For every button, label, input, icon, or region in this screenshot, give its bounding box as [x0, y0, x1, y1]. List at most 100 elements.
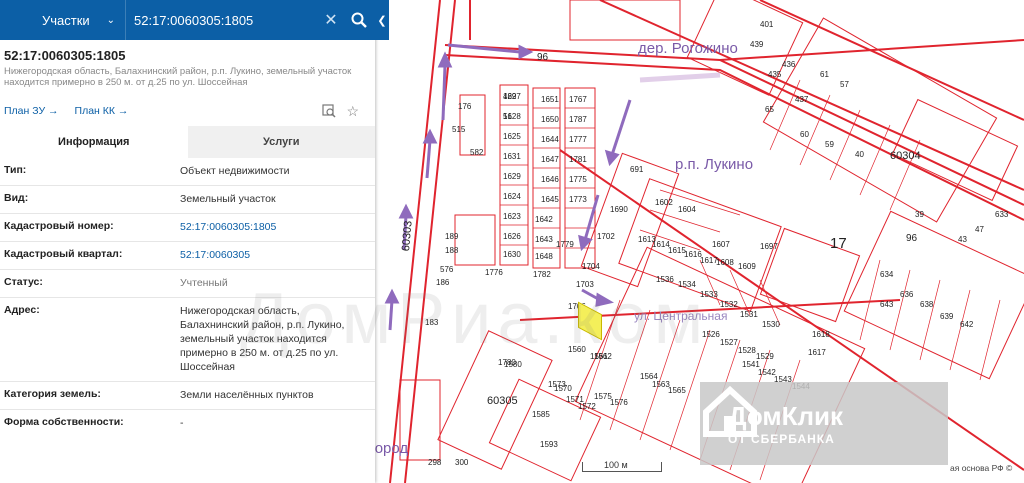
- info-row: Кадастровый номер: 52:17:0060305:1805: [0, 214, 375, 242]
- parcel-number-label: 1533: [700, 290, 718, 299]
- parcel-number-label: 439: [750, 40, 764, 49]
- row-key: Статус:: [4, 276, 43, 288]
- chevron-left-icon[interactable]: ❮: [375, 0, 389, 40]
- parcel-number-label: 188: [445, 246, 459, 255]
- parcel-number-label: 57: [840, 80, 849, 89]
- zoom-to-icon[interactable]: [322, 104, 336, 118]
- parcel-number-label: 1782: [533, 270, 551, 279]
- tab-bar: Информация Услуги: [0, 126, 375, 158]
- category-label: Участки: [42, 12, 90, 28]
- parcel-number-label: 1773: [569, 195, 587, 204]
- star-icon[interactable]: ☆: [346, 104, 359, 118]
- parcel-number-label: 1631: [503, 152, 521, 161]
- row-value: -: [180, 417, 184, 429]
- row-value: Учтенный: [180, 277, 228, 289]
- domclick-logo: ДомКлик ОТ СБЕРБАНКА: [700, 382, 948, 465]
- parcel-number-label: 1690: [610, 205, 628, 214]
- street-label-centralnaya: ул. Центральная: [634, 309, 728, 323]
- parcel-number-label: 1642: [535, 215, 553, 224]
- parcel-number-label: 298: [428, 458, 442, 467]
- parcel-number-label: 1648: [535, 252, 553, 261]
- parcel-number-label: 1645: [541, 195, 559, 204]
- parcel-number-label: 1644: [541, 135, 559, 144]
- parcel-number-label: 60: [800, 130, 809, 139]
- parcel-number-label: 436: [782, 60, 796, 69]
- parcel-title: 52:17:0060305:1805: [4, 48, 126, 63]
- road-label: 96: [537, 52, 549, 63]
- cadastral-quarter-link[interactable]: 52:17:0060305: [180, 248, 371, 263]
- parcel-number-label: 1527: [720, 338, 738, 347]
- parcel-number-label: 1703: [576, 280, 594, 289]
- parcel-number-label: 1570: [554, 384, 572, 393]
- parcel-number-label: 582: [470, 148, 484, 157]
- parcel-number-label: 300: [455, 458, 469, 467]
- row-key: Вид:: [4, 192, 29, 204]
- parcel-number-label: 65: [765, 105, 774, 114]
- parcel-number-label: 1528: [738, 346, 756, 355]
- info-row: Тип: Объект недвижимости: [0, 158, 375, 186]
- parcel-number-label: 633: [995, 210, 1009, 219]
- info-panel: Участки ⌄ 52:17:0060305:1805 ✕ 52:17:006…: [0, 0, 375, 483]
- house-icon: [703, 385, 757, 437]
- search-button[interactable]: [343, 0, 375, 40]
- tab-services[interactable]: Услуги: [187, 126, 375, 158]
- parcel-number-label: 61: [820, 70, 829, 79]
- plan-kk-link[interactable]: План КК →: [75, 105, 129, 117]
- parcel-number-label: 1534: [678, 280, 696, 289]
- info-row: Категория земель: Земли населённых пункт…: [0, 382, 375, 410]
- parcel-number-label: 1623: [503, 212, 521, 221]
- parcel-number-label: 1532: [720, 300, 738, 309]
- row-key: Тип:: [4, 164, 27, 176]
- parcel-number-label: 43: [958, 235, 967, 244]
- place-label-rogozhino: дер. Рогожино: [638, 40, 738, 57]
- parcel-number-label: 183: [425, 318, 439, 327]
- parcel-number-label: 1572: [578, 402, 596, 411]
- info-row: Форма собственности: -: [0, 410, 375, 438]
- road-label: 96: [906, 233, 918, 244]
- parcel-number-label: 1536: [656, 275, 674, 284]
- parcel-number-label: 39: [915, 210, 924, 219]
- parcel-number-label: 643: [880, 300, 894, 309]
- parcel-number-label: 639: [940, 312, 954, 321]
- row-key: Форма собственности:: [4, 416, 124, 428]
- parcel-number-label: 1602: [655, 198, 673, 207]
- block-label: 17: [830, 235, 847, 252]
- parcel-number-label: 40: [855, 150, 864, 159]
- parcel-number-label: 437: [795, 95, 809, 104]
- block-label: 60304: [890, 150, 921, 162]
- parcel-number-label: 189: [445, 232, 459, 241]
- parcel-number-label: 1629: [503, 172, 521, 181]
- parcel-number-label: 634: [880, 270, 894, 279]
- parcel-number-label: 638: [920, 300, 934, 309]
- copyright: ая основа РФ ©: [950, 463, 1013, 473]
- parcel-number-label: 1608: [716, 258, 734, 267]
- parcel-number-label: 1618: [812, 330, 830, 339]
- row-key: Адрес:: [4, 304, 40, 316]
- parcel-number-label: 1780: [498, 358, 516, 367]
- parcel-number-label: 1576: [610, 398, 628, 407]
- parcel-number-label: 1767: [569, 95, 587, 104]
- parcel-number-label: 59: [825, 140, 834, 149]
- close-icon[interactable]: ✕: [319, 10, 343, 30]
- plan-zu-link[interactable]: План ЗУ →: [4, 105, 59, 117]
- parcel-number-label: 401: [760, 20, 774, 29]
- category-select[interactable]: Участки ⌄: [0, 0, 126, 40]
- parcel-number-label: 576: [440, 265, 454, 274]
- parcel-number-label: 1775: [569, 175, 587, 184]
- parcel-number-label: 642: [960, 320, 974, 329]
- parcel-number-label: 1565: [668, 386, 686, 395]
- search-input[interactable]: 52:17:0060305:1805: [126, 13, 319, 28]
- parcel-number-label: 1585: [532, 410, 550, 419]
- parcel-number-label: 636: [900, 290, 914, 299]
- parcel-number-label: 1646: [541, 175, 559, 184]
- tab-info[interactable]: Информация: [0, 126, 188, 158]
- parcel-number-label: 1604: [678, 205, 696, 214]
- cadastral-number-link[interactable]: 52:17:0060305:1805: [180, 220, 371, 235]
- parcel-number-label: 1560: [568, 345, 586, 354]
- parcel-number-label: 1607: [712, 240, 730, 249]
- parcel-number-label: 1651: [541, 95, 559, 104]
- search-icon: [351, 12, 367, 28]
- parcel-number-label: 1702: [597, 232, 615, 241]
- parcel-number-label: 515: [452, 125, 466, 134]
- parcel-number-label: 435: [768, 70, 782, 79]
